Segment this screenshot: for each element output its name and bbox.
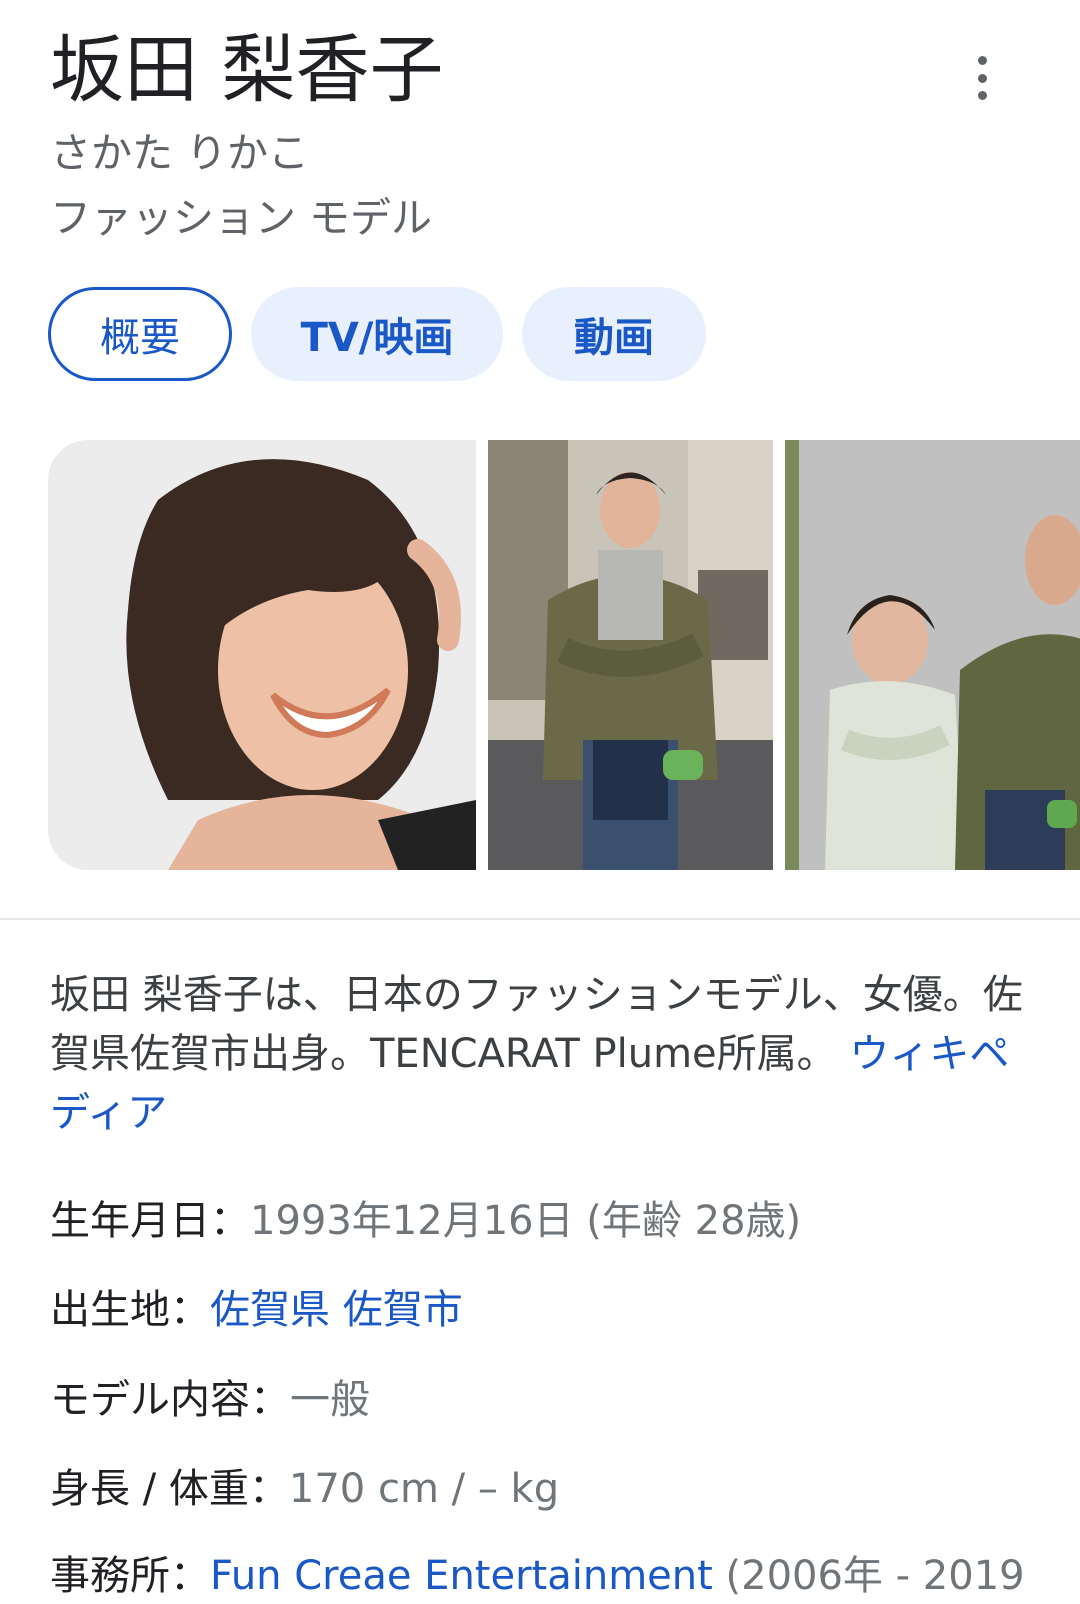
image-gallery bbox=[48, 440, 1080, 870]
tab-videos[interactable]: 動画 bbox=[522, 287, 706, 381]
entity-title: 坂田 梨香子 bbox=[50, 27, 444, 113]
fact-value: 170 cm / – kg bbox=[288, 1466, 560, 1512]
entity-reading: さかた りかこ bbox=[50, 129, 310, 177]
agency-link[interactable]: Fun Creae Entertainment bbox=[210, 1553, 713, 1599]
fact-model-type: モデル内容：一般 bbox=[50, 1372, 370, 1428]
fact-label: 身長 / 体重： bbox=[50, 1466, 289, 1512]
fact-value: (2006年 - 2019 bbox=[725, 1553, 1025, 1599]
fact-birthplace: 出生地：佐賀県 佐賀市 bbox=[50, 1282, 463, 1338]
gallery-image-scene-2[interactable] bbox=[785, 440, 1080, 870]
fact-height-weight: 身長 / 体重：170 cm / – kg bbox=[50, 1461, 559, 1517]
birthplace-link[interactable]: 佐賀県 佐賀市 bbox=[210, 1287, 463, 1333]
gallery-image-scene[interactable] bbox=[488, 440, 773, 870]
fact-label: 事務所： bbox=[50, 1553, 210, 1599]
tab-tv-movies[interactable]: TV/映画 bbox=[251, 287, 503, 381]
tab-overview[interactable]: 概要 bbox=[48, 287, 232, 381]
entity-description: 坂田 梨香子は、日本のファッションモデル、女優。佐賀県佐賀市出身。TENCARA… bbox=[50, 966, 1040, 1143]
fact-birthdate: 生年月日：1993年12月16日 (年齢 28歳) bbox=[50, 1193, 801, 1249]
fact-label: モデル内容： bbox=[50, 1377, 290, 1423]
fact-value: 1993年12月16日 (年齢 28歳) bbox=[250, 1198, 802, 1244]
entity-category: ファッション モデル bbox=[50, 194, 433, 242]
fact-agency: 事務所：Fun Creae Entertainment (2006年 - 201… bbox=[50, 1548, 1025, 1604]
section-divider bbox=[0, 918, 1080, 920]
fact-value: 一般 bbox=[290, 1377, 370, 1423]
gallery-image-portrait[interactable] bbox=[48, 440, 476, 870]
fact-label: 生年月日： bbox=[50, 1198, 250, 1244]
fact-label: 出生地： bbox=[50, 1287, 210, 1333]
more-vert-icon[interactable] bbox=[962, 56, 1002, 100]
